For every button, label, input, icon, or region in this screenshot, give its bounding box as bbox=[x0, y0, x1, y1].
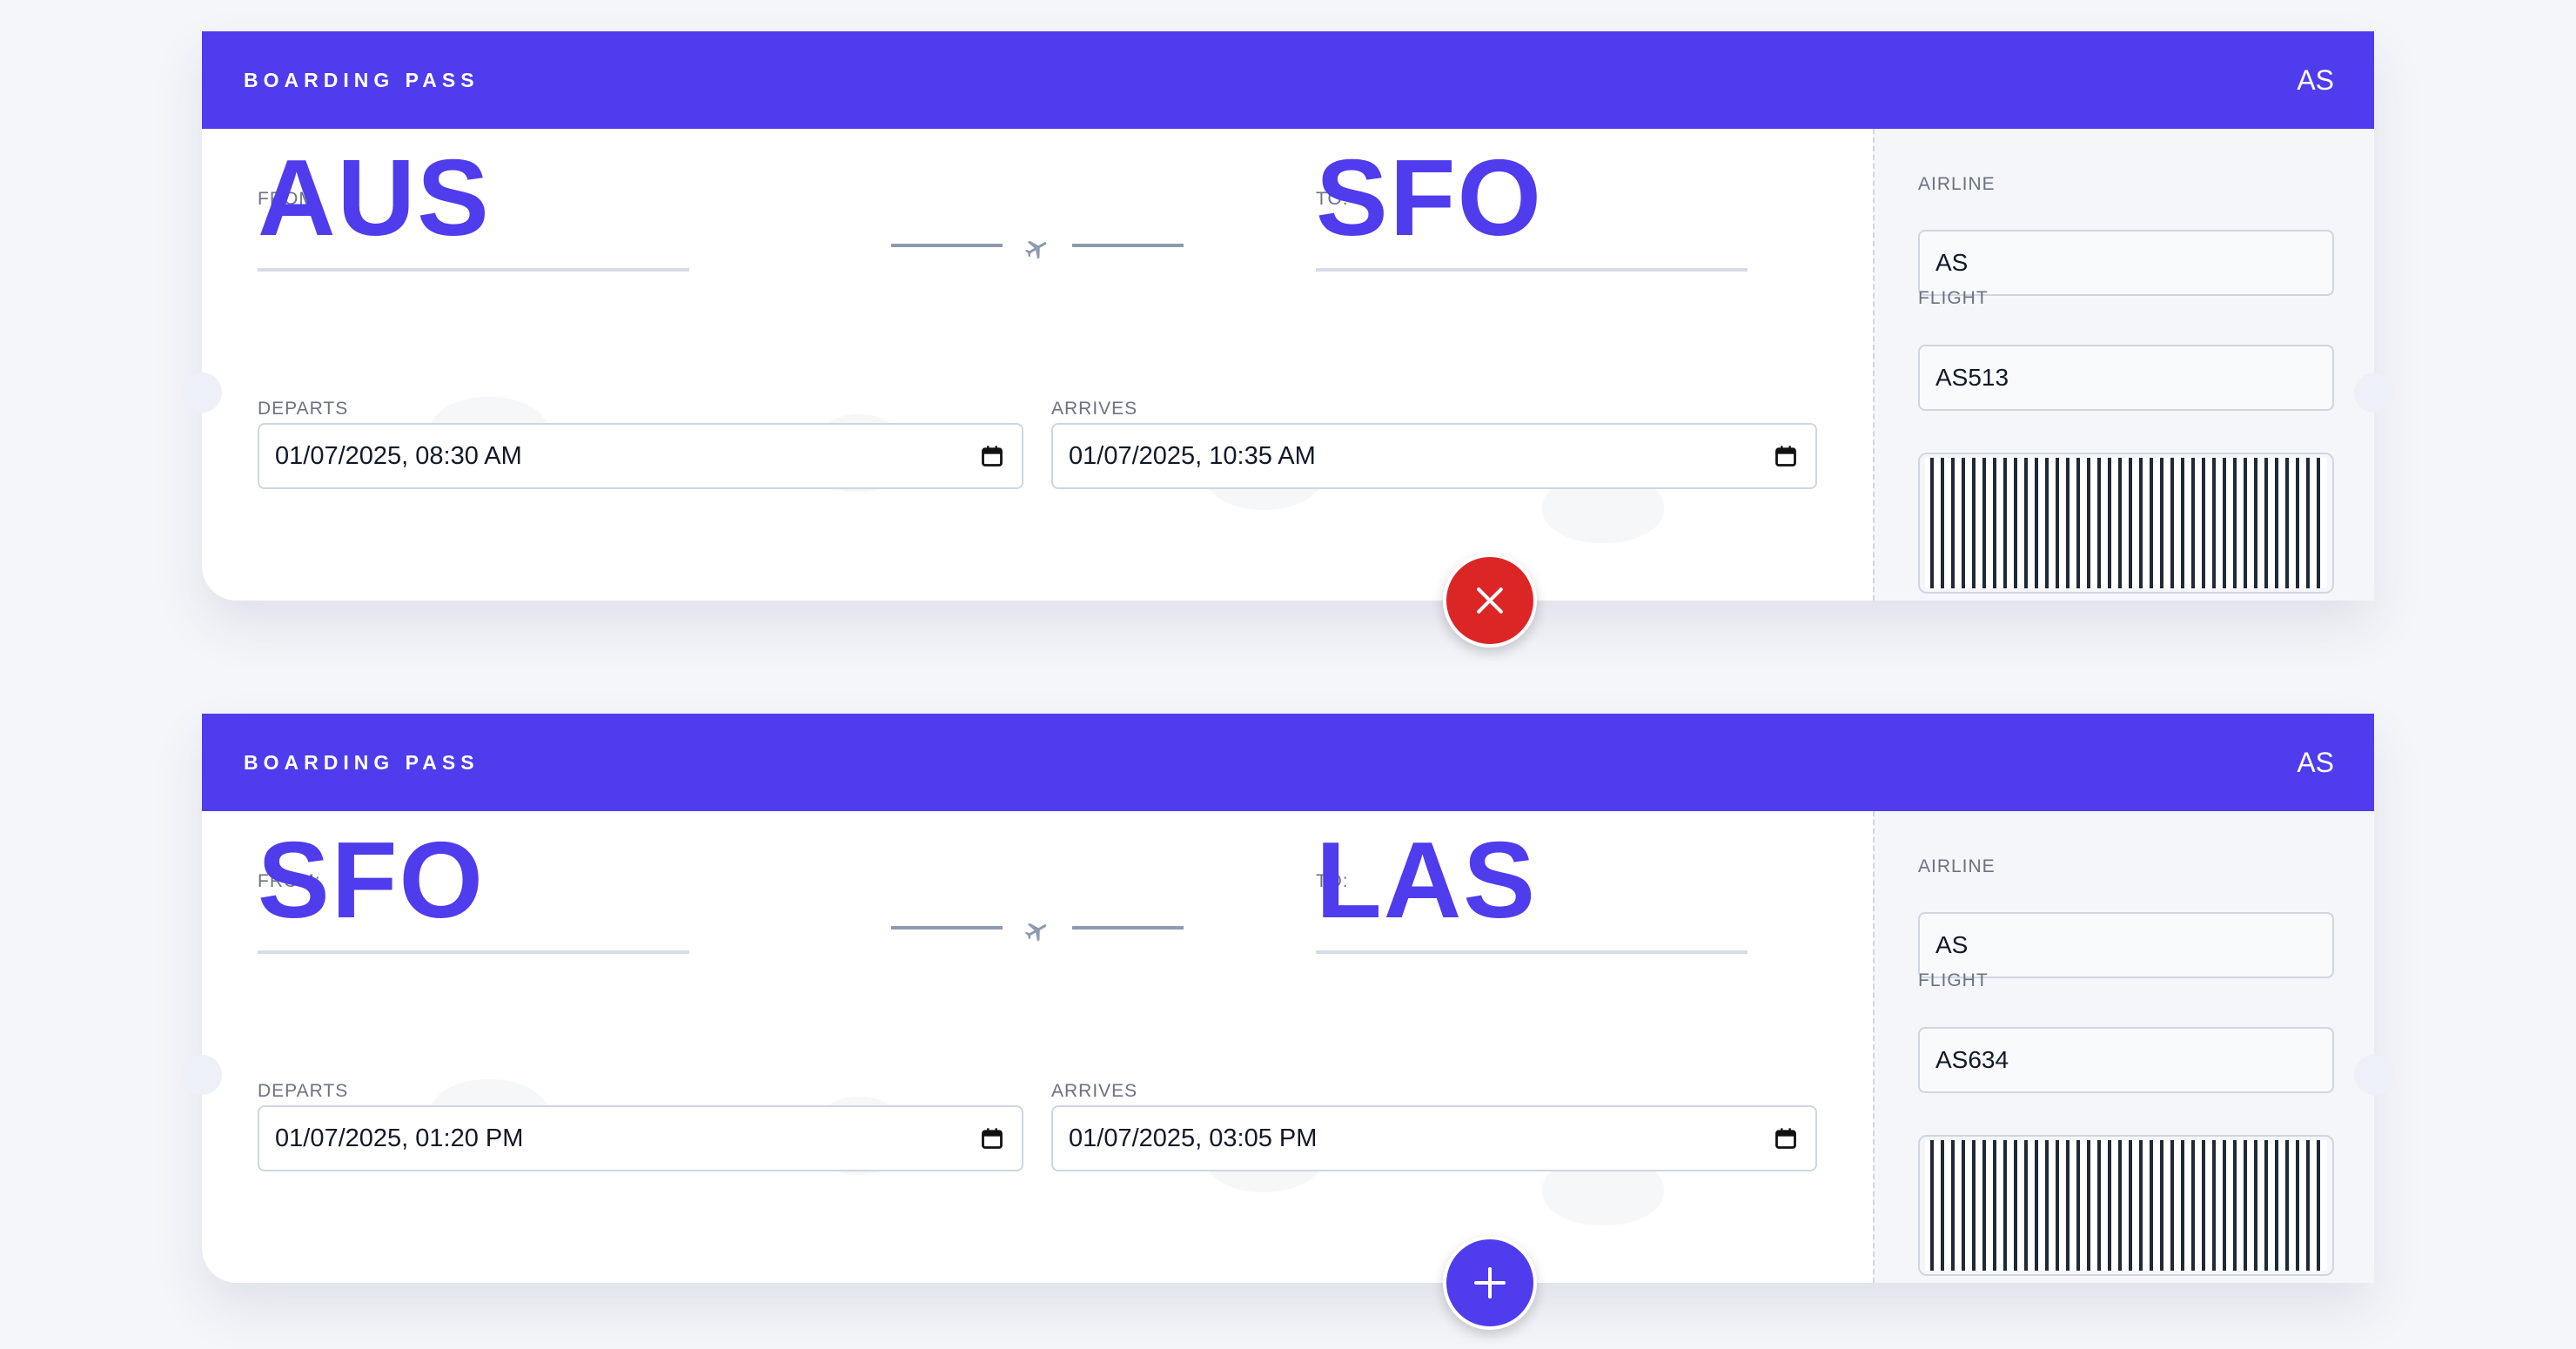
arrives-label: ARRIVES bbox=[1051, 1081, 1138, 1101]
pass-header: BOARDING PASS AS bbox=[202, 714, 2374, 811]
airline-input[interactable]: AS bbox=[1918, 230, 2334, 296]
from-airport-code[interactable]: AUS bbox=[258, 144, 491, 252]
remove-pass-button[interactable] bbox=[1443, 554, 1537, 648]
airplane-icon bbox=[1024, 923, 1047, 942]
departs-label: DEPARTS bbox=[258, 1081, 349, 1101]
pass-title: BOARDING PASS bbox=[244, 750, 480, 774]
calendar-icon[interactable] bbox=[980, 1126, 1004, 1151]
airline-value: AS bbox=[1935, 249, 1969, 276]
departs-value: 01/07/2025, 08:30 AM bbox=[275, 441, 522, 470]
ticket-notch-left bbox=[182, 1055, 222, 1095]
airline-label: AIRLINE bbox=[1918, 174, 1996, 194]
airline-value: AS bbox=[1935, 931, 1969, 958]
route-line-right bbox=[1072, 926, 1184, 930]
airline-input[interactable]: AS bbox=[1918, 912, 2334, 978]
flight-label: FLIGHT bbox=[1918, 288, 1989, 308]
ticket-notch-left bbox=[182, 372, 222, 413]
departs-label: DEPARTS bbox=[258, 399, 349, 419]
calendar-icon[interactable] bbox=[980, 444, 1004, 468]
add-pass-button[interactable] bbox=[1443, 1236, 1537, 1330]
airplane-icon bbox=[1024, 240, 1047, 259]
pass-airline-code: AS bbox=[2297, 64, 2334, 96]
calendar-icon[interactable] bbox=[1774, 444, 1798, 468]
barcode bbox=[1918, 453, 2334, 594]
arrives-datetime-input[interactable]: 01/07/2025, 03:05 PM bbox=[1051, 1105, 1817, 1171]
ticket-notch-right bbox=[2354, 372, 2394, 413]
plus-icon bbox=[1474, 1267, 1506, 1299]
arrives-value: 01/07/2025, 10:35 AM bbox=[1069, 441, 1316, 470]
from-airport-code[interactable]: SFO bbox=[258, 827, 485, 935]
arrives-datetime-input[interactable]: 01/07/2025, 10:35 AM bbox=[1051, 423, 1817, 489]
pass-side-panel: AIRLINE AS FLIGHT AS634 bbox=[1873, 811, 2374, 1283]
pass-title: BOARDING PASS bbox=[244, 68, 480, 91]
departs-datetime-input[interactable]: 01/07/2025, 01:20 PM bbox=[258, 1105, 1023, 1171]
from-underline bbox=[258, 268, 689, 272]
close-icon bbox=[1477, 587, 1503, 614]
pass-side-panel: AIRLINE AS FLIGHT AS513 bbox=[1873, 129, 2374, 601]
calendar-icon[interactable] bbox=[1774, 1126, 1798, 1151]
to-airport-code[interactable]: SFO bbox=[1316, 144, 1543, 252]
pass-airline-code: AS bbox=[2297, 746, 2334, 778]
flight-value: AS513 bbox=[1935, 364, 2009, 391]
from-underline bbox=[258, 950, 689, 954]
to-underline bbox=[1316, 268, 1748, 272]
arrives-value: 01/07/2025, 03:05 PM bbox=[1069, 1124, 1318, 1152]
departs-datetime-input[interactable]: 01/07/2025, 08:30 AM bbox=[258, 423, 1023, 489]
to-underline bbox=[1316, 950, 1748, 954]
flight-value: AS634 bbox=[1935, 1046, 2009, 1073]
route-line-left bbox=[891, 244, 1003, 247]
airline-label: AIRLINE bbox=[1918, 856, 1996, 876]
flight-input[interactable]: AS634 bbox=[1918, 1027, 2334, 1093]
route-line-left bbox=[891, 926, 1003, 930]
ticket-notch-right bbox=[2354, 1055, 2394, 1095]
barcode bbox=[1918, 1135, 2334, 1276]
pass-header: BOARDING PASS AS bbox=[202, 31, 2374, 129]
route-line-right bbox=[1072, 244, 1184, 247]
boarding-pass-2: BOARDING PASS AS FROM: SFO TO: LAS DEPAR… bbox=[182, 714, 2394, 1330]
flight-input[interactable]: AS513 bbox=[1918, 345, 2334, 411]
to-airport-code[interactable]: LAS bbox=[1316, 827, 1537, 935]
departs-value: 01/07/2025, 01:20 PM bbox=[275, 1124, 524, 1152]
arrives-label: ARRIVES bbox=[1051, 399, 1138, 419]
flight-label: FLIGHT bbox=[1918, 970, 1989, 990]
boarding-pass-1: BOARDING PASS AS FROM: AUS TO: SFO DEPAR… bbox=[182, 31, 2394, 648]
